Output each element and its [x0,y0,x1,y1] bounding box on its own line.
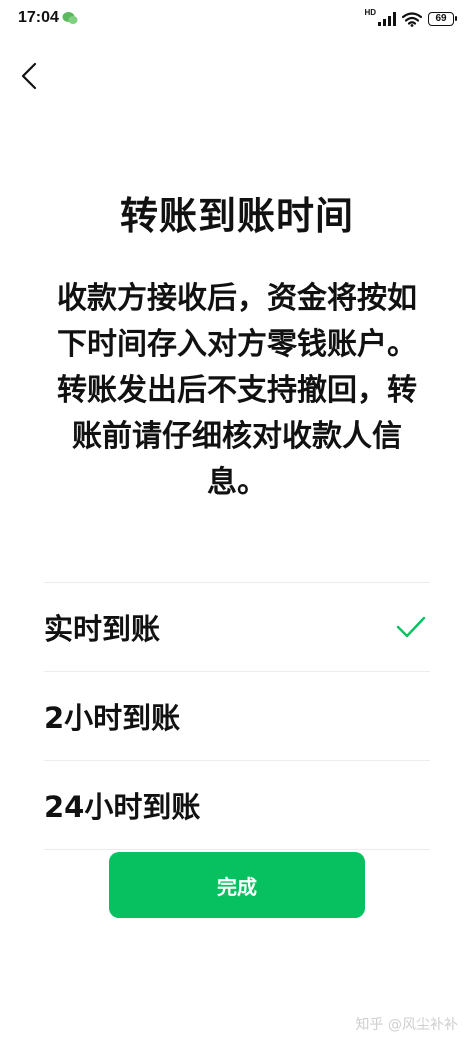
page-title: 转账到账时间 [119,194,354,238]
option-2-hours[interactable]: 2小时到账 [44,671,430,760]
status-icons: HD 69 [364,8,457,29]
status-bar: 17:04 HD 69 [0,0,474,40]
battery-level: 69 [435,13,447,24]
signal-icon [378,12,396,26]
status-time: 17:04 [18,9,59,26]
page-description: 收款方接收后，资金将按如下时间存入对方零钱账户。转账发出后不支持撤回，转账前请仔… [57,281,417,500]
battery-icon: 69 [428,12,457,26]
back-button[interactable] [12,56,46,96]
done-button[interactable]: 完成 [109,852,365,918]
watermark: 知乎 @风尘补补 [355,1017,458,1033]
check-icon [396,616,426,638]
chevron-left-icon [21,62,37,90]
option-realtime[interactable]: 实时到账 [44,582,430,671]
option-24-hours[interactable]: 24小时到账 [44,760,430,850]
network-type-label: HD [364,8,376,17]
wechat-notification-icon [62,12,78,24]
wifi-icon [402,11,422,27]
option-label: 实时到账 [44,612,161,646]
option-label: 24小时到账 [44,790,201,824]
option-label: 2小时到账 [44,701,181,735]
arrival-time-options: 实时到账 2小时到账 24小时到账 [44,582,430,850]
